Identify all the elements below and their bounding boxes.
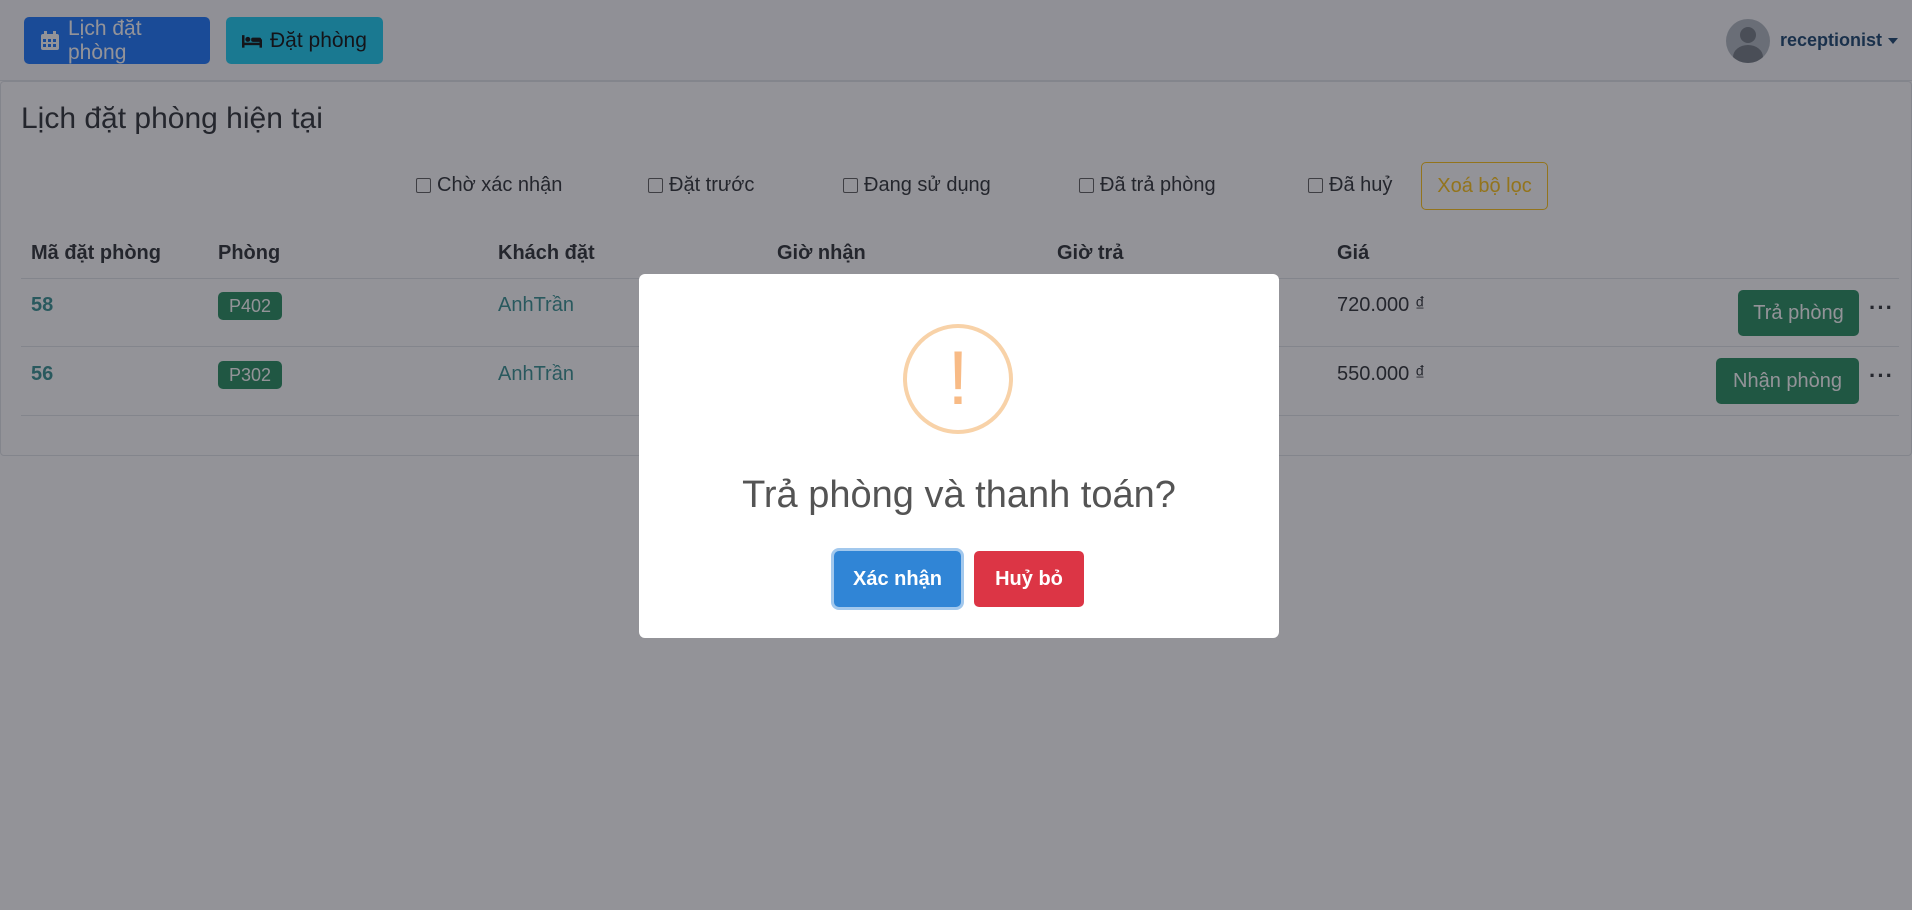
confirm-button[interactable]: Xác nhận xyxy=(834,551,961,607)
confirm-dialog: ! Trả phòng và thanh toán? Xác nhận Huỷ … xyxy=(639,274,1279,638)
cancel-button[interactable]: Huỷ bỏ xyxy=(974,551,1084,607)
dialog-title: Trả phòng và thanh toán? xyxy=(742,474,1176,516)
warning-icon: ! xyxy=(903,324,1013,434)
